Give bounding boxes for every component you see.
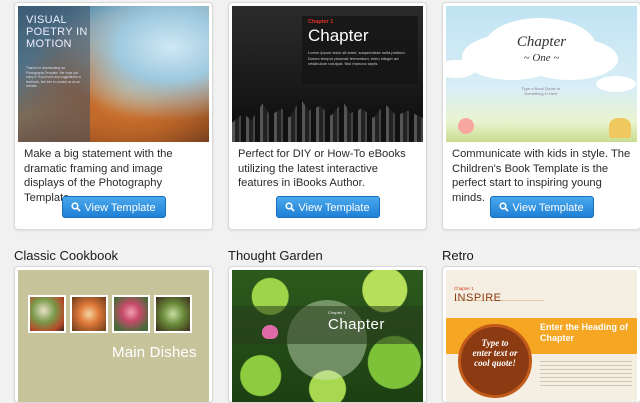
city-skyline (232, 98, 423, 142)
template-card-thought-garden: Chapter 1 Chapter (228, 266, 427, 403)
childrens-book-thumbnail[interactable]: Chapter ~ One ~ Type a Book Quote or Som… (446, 6, 637, 142)
thought-garden-thumb-title: Chapter (328, 316, 385, 333)
template-card-photography: VISUAL POETRY IN MOTION Thanks for downl… (14, 2, 213, 230)
template-card-retro: Chapter 1 INSPIRE Enter the Heading of C… (442, 266, 640, 403)
retro-thumb-heading: Enter the Heading of Chapter (540, 322, 629, 343)
template-title-retro: Retro (442, 248, 474, 263)
retro-thumb-quote: Type to enter text or cool quote! (472, 338, 518, 368)
view-template-label: View Template (298, 202, 370, 214)
template-card-classic-cookbook: Main Dishes (14, 266, 213, 403)
kids-illustration (609, 118, 631, 138)
how-to-thumbnail[interactable]: Chapter 1 Chapter Lorem ipsum dolor sit … (232, 6, 423, 142)
lotus-flower (262, 325, 278, 339)
search-icon (499, 202, 510, 212)
view-template-button-how-to[interactable]: View Template (275, 196, 380, 218)
view-template-button-photography[interactable]: View Template (61, 196, 166, 218)
template-title-thought-garden: Thought Garden (228, 248, 323, 263)
food-photo (28, 295, 66, 333)
food-photo (112, 295, 150, 333)
thought-garden-chapter-label: Chapter 1 (328, 310, 346, 315)
food-photo (154, 295, 192, 333)
cloud-shape (596, 76, 636, 92)
childrens-thumb-subtitle: ~ One ~ (523, 52, 560, 64)
photography-thumb-text: Thanks for downloading our Photography T… (26, 66, 82, 88)
cookbook-thumb-title: Main Dishes (112, 344, 197, 361)
retro-thumb-title: INSPIRE (454, 292, 502, 304)
view-template-label: View Template (512, 202, 584, 214)
view-template-label: View Template (84, 202, 156, 214)
retro-chapter-label: Chapter 1 (454, 286, 474, 291)
thought-garden-thumbnail[interactable]: Chapter 1 Chapter (232, 270, 423, 402)
photography-thumbnail[interactable]: VISUAL POETRY IN MOTION Thanks for downl… (18, 6, 209, 142)
photography-thumb-title: VISUAL POETRY IN MOTION (26, 14, 88, 50)
search-icon (285, 202, 296, 212)
food-photo (70, 295, 108, 333)
how-to-description: Perfect for DIY or How-To eBooks utilizi… (238, 148, 406, 189)
childrens-thumb-quote: Type a Book Quote or Something in Here (521, 86, 561, 96)
view-template-button-childrens-book[interactable]: View Template (489, 196, 594, 218)
how-to-thumb-title: Chapter (308, 26, 369, 45)
how-to-chapter-label: Chapter 1 (308, 19, 334, 25)
classic-cookbook-thumbnail[interactable]: Main Dishes (18, 270, 209, 402)
how-to-thumb-text: Lorem ipsum dolor sit amet, suspendisse … (308, 50, 406, 66)
sun-illustration (458, 118, 474, 134)
template-title-classic-cookbook: Classic Cookbook (14, 248, 119, 263)
retro-thumbnail[interactable]: Chapter 1 INSPIRE Enter the Heading of C… (446, 270, 637, 402)
childrens-thumb-title: Chapter (516, 34, 567, 50)
search-icon (71, 202, 82, 212)
template-card-childrens-book: Chapter ~ One ~ Type a Book Quote or Som… (442, 2, 640, 230)
template-card-how-to: Chapter 1 Chapter Lorem ipsum dolor sit … (228, 2, 427, 230)
